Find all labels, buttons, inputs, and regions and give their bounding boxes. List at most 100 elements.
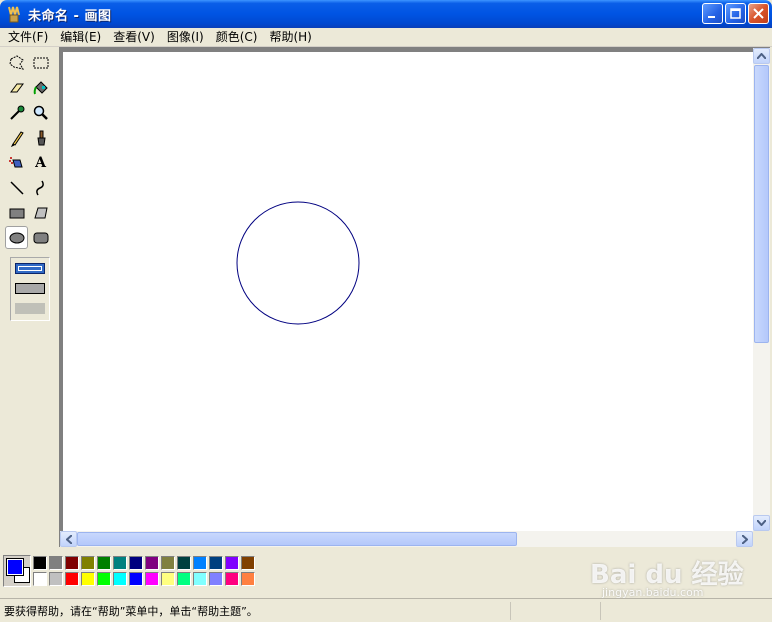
- tool-fill[interactable]: [29, 76, 52, 99]
- canvas-drawing: [236, 201, 360, 325]
- tool-curve[interactable]: [29, 176, 52, 199]
- free-form-select-icon: [8, 54, 24, 70]
- palette-swatch[interactable]: [33, 556, 47, 570]
- status-bar: 要获得帮助，请在“帮助”菜单中，单击“帮助主题”。: [0, 598, 772, 622]
- minimize-button[interactable]: [702, 3, 723, 24]
- tool-magnifier[interactable]: [29, 101, 52, 124]
- palette-swatch[interactable]: [225, 572, 239, 586]
- arrow-right-icon: [741, 534, 748, 544]
- tool-free-form-select[interactable]: [5, 51, 28, 74]
- tool-eraser[interactable]: [5, 76, 28, 99]
- palette-swatch[interactable]: [113, 556, 127, 570]
- scroll-left-button[interactable]: [60, 531, 77, 547]
- tool-line[interactable]: [5, 176, 28, 199]
- palette-swatch[interactable]: [225, 556, 239, 570]
- palette-swatch[interactable]: [49, 556, 63, 570]
- menu-view[interactable]: 查看(V): [107, 29, 161, 46]
- rect-select-icon: [33, 57, 48, 68]
- status-pane-size: [600, 601, 690, 620]
- scroll-corner: [753, 531, 770, 547]
- pencil-icon: [10, 130, 24, 147]
- airbrush-icon: [8, 156, 23, 167]
- tool-rounded-rect[interactable]: [29, 226, 52, 249]
- drawn-circle: [236, 201, 360, 325]
- close-icon: [753, 8, 764, 19]
- palette-swatch[interactable]: [65, 556, 79, 570]
- status-pane-coords: [510, 601, 600, 620]
- menu-edit[interactable]: 编辑(E): [54, 29, 107, 46]
- rectangle-icon: [9, 208, 24, 218]
- arrow-down-icon: [757, 520, 766, 526]
- close-button[interactable]: [748, 3, 769, 24]
- palette-swatch[interactable]: [241, 572, 255, 586]
- palette-swatch[interactable]: [177, 556, 191, 570]
- foreground-color: [6, 558, 24, 576]
- palette-swatch[interactable]: [113, 572, 127, 586]
- ellipse-icon: [9, 232, 24, 243]
- tool-rect-select[interactable]: [29, 51, 52, 74]
- color-palette: [0, 550, 772, 596]
- palette-swatch[interactable]: [161, 572, 175, 586]
- polygon-icon: [33, 207, 48, 218]
- tool-text[interactable]: A: [29, 151, 52, 174]
- palette-swatch[interactable]: [81, 572, 95, 586]
- color-picker-icon: [9, 105, 24, 120]
- menu-file[interactable]: 文件(F): [2, 29, 54, 46]
- drawing-canvas[interactable]: [63, 52, 753, 531]
- palette-swatch[interactable]: [209, 556, 223, 570]
- vertical-scrollbar[interactable]: [753, 48, 770, 531]
- text-icon: A: [35, 154, 46, 171]
- menu-bar: 文件(F) 编辑(E) 查看(V) 图像(I) 颜色(C) 帮助(H): [0, 28, 772, 47]
- palette-swatch[interactable]: [33, 572, 47, 586]
- tool-ellipse[interactable]: [5, 226, 28, 249]
- menu-image[interactable]: 图像(I): [161, 29, 210, 46]
- fill-style-options: [10, 257, 50, 321]
- horizontal-scrollbar[interactable]: [60, 531, 753, 547]
- brush-icon: [36, 130, 46, 145]
- palette-swatch[interactable]: [193, 572, 207, 586]
- scroll-down-button[interactable]: [753, 515, 770, 531]
- fill-option-outline-fill[interactable]: [15, 283, 45, 294]
- palette-swatch[interactable]: [241, 556, 255, 570]
- palette-swatch[interactable]: [177, 572, 191, 586]
- current-colors[interactable]: [3, 555, 31, 587]
- window-title: 未命名 - 画图: [28, 8, 112, 24]
- vertical-scroll-thumb[interactable]: [754, 65, 769, 343]
- tool-rectangle[interactable]: [5, 201, 28, 224]
- curve-icon: [35, 180, 44, 195]
- fill-option-fill[interactable]: [15, 303, 45, 314]
- palette-swatch[interactable]: [145, 572, 159, 586]
- toolbox: A: [2, 50, 56, 326]
- palette-swatch[interactable]: [193, 556, 207, 570]
- fill-option-outline[interactable]: [15, 263, 45, 274]
- palette-swatch[interactable]: [161, 556, 175, 570]
- maximize-button[interactable]: [725, 3, 746, 24]
- rounded-rect-icon: [33, 232, 48, 243]
- palette-swatch[interactable]: [97, 572, 111, 586]
- palette-swatch[interactable]: [129, 556, 143, 570]
- menu-colors[interactable]: 颜色(C): [210, 29, 264, 46]
- horizontal-scroll-thumb[interactable]: [77, 532, 517, 546]
- palette-swatch[interactable]: [49, 572, 63, 586]
- tool-polygon[interactable]: [29, 201, 52, 224]
- tool-brush[interactable]: [29, 126, 52, 149]
- eraser-icon: [9, 83, 24, 92]
- menu-help[interactable]: 帮助(H): [263, 29, 317, 46]
- tool-color-picker[interactable]: [5, 101, 28, 124]
- palette-swatch[interactable]: [81, 556, 95, 570]
- tool-airbrush[interactable]: [5, 151, 28, 174]
- palette-swatch[interactable]: [97, 556, 111, 570]
- scroll-right-button[interactable]: [736, 531, 753, 547]
- palette-swatch[interactable]: [129, 572, 143, 586]
- palette-swatch[interactable]: [145, 556, 159, 570]
- palette-swatch[interactable]: [65, 572, 79, 586]
- fill-bucket-icon: [33, 80, 48, 94]
- line-icon: [9, 180, 24, 195]
- tool-pencil[interactable]: [5, 126, 28, 149]
- paint-app-icon: [8, 6, 20, 23]
- palette-swatch[interactable]: [209, 572, 223, 586]
- arrow-up-icon: [757, 53, 766, 59]
- minimize-icon: [708, 16, 715, 18]
- scroll-up-button[interactable]: [753, 48, 770, 64]
- status-text: 要获得帮助，请在“帮助”菜单中，单击“帮助主题”。: [4, 604, 258, 618]
